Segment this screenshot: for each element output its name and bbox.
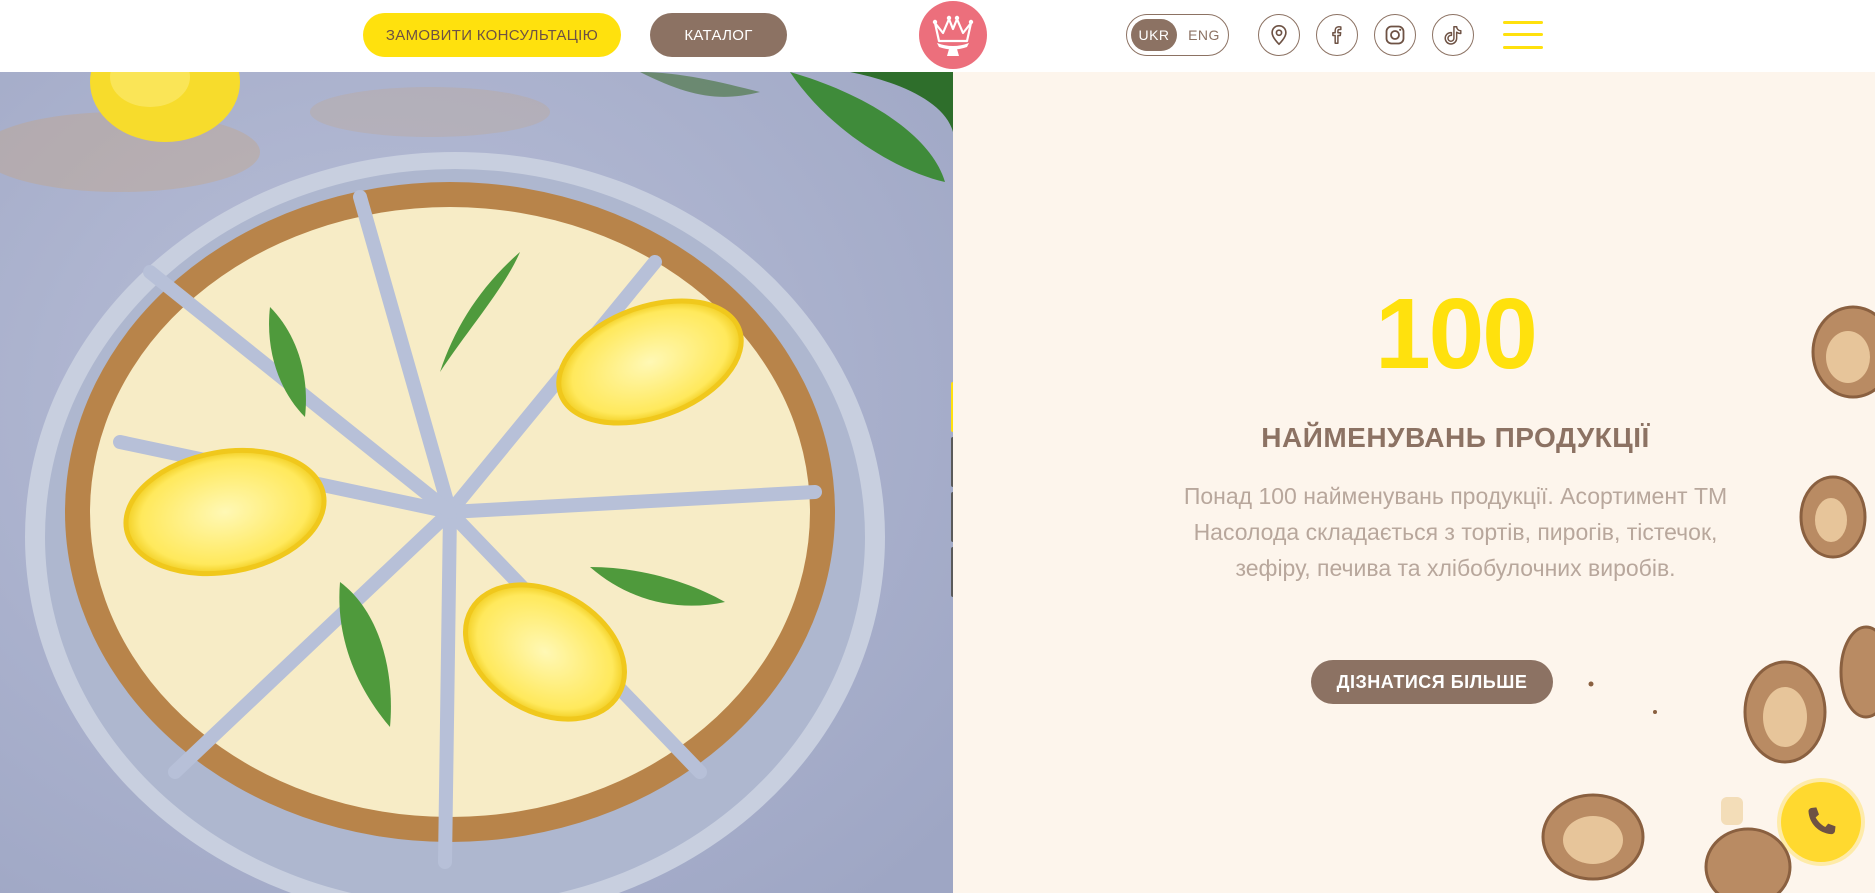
tiktok-icon[interactable] <box>1432 14 1474 56</box>
site-header: ЗАМОВИТИ КОНСУЛЬТАЦІЮ КАТАЛОГ UKR ENG <box>0 0 1875 72</box>
instagram-icon[interactable] <box>1374 14 1416 56</box>
hero-content-panel: 100 НАЙМЕНУВАНЬ ПРОДУКЦІЇ Понад 100 найм… <box>953 72 1875 893</box>
catalog-button[interactable]: КАТАЛОГ <box>650 13 787 57</box>
facebook-icon[interactable] <box>1316 14 1358 56</box>
product-description: Понад 100 найменувань продукції. Асортим… <box>1183 483 1728 581</box>
learn-more-button[interactable]: ДІЗНАТИСЯ БІЛЬШЕ <box>1311 660 1553 704</box>
hamburger-menu-icon[interactable] <box>1503 19 1543 51</box>
language-eng[interactable]: ENG <box>1181 19 1227 51</box>
language-switch: UKR ENG <box>1126 14 1229 56</box>
language-ukr[interactable]: UKR <box>1131 19 1177 51</box>
crown-logo-icon[interactable] <box>919 1 987 69</box>
phone-call-button[interactable] <box>1781 782 1861 862</box>
product-count-title: НАЙМЕНУВАНЬ ПРОДУКЦІЇ <box>1261 422 1650 453</box>
phone-icon <box>1808 807 1836 835</box>
location-pin-icon[interactable] <box>1258 14 1300 56</box>
product-count-number: 100 <box>1375 278 1538 390</box>
order-consultation-button[interactable]: ЗАМОВИТИ КОНСУЛЬТАЦІЮ <box>363 13 621 57</box>
cheesecake-photo <box>0 72 953 893</box>
